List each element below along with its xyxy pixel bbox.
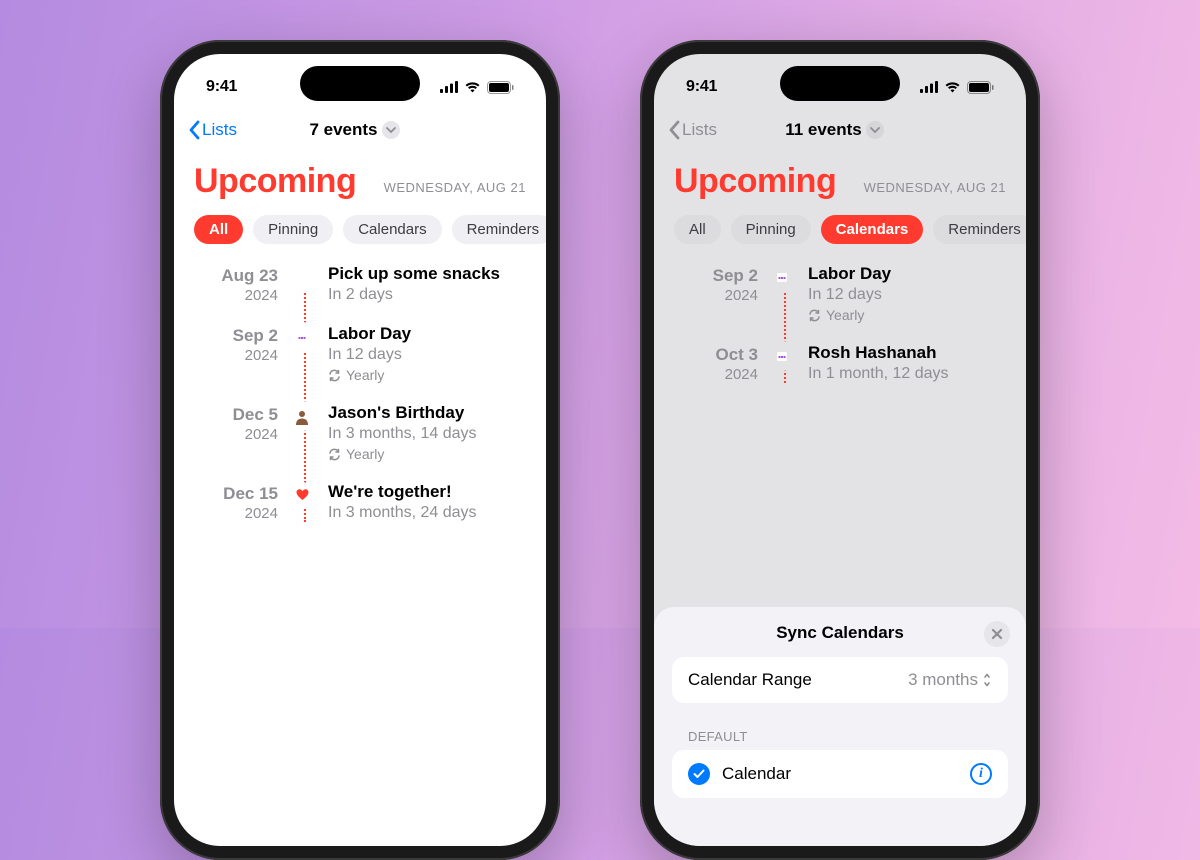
- filter-pills: All Pinning Calendars Reminders: [654, 201, 1026, 254]
- heart-icon: [290, 483, 314, 507]
- battery-icon: [487, 81, 514, 94]
- event-row[interactable]: Aug 232024 Pick up some snacks In 2 days: [194, 264, 526, 304]
- event-date: Dec 5: [194, 405, 278, 425]
- event-title: Jason's Birthday: [328, 403, 477, 423]
- event-row[interactable]: Sep 22024 Labor Day In 12 days Yearly: [674, 264, 1006, 323]
- pill-all[interactable]: All: [674, 215, 721, 244]
- up-down-icon: [982, 673, 992, 687]
- event-row[interactable]: Dec 52024 Jason's Birthday In 3 months, 1…: [194, 403, 526, 462]
- calendar-icon: [770, 265, 794, 289]
- chevron-left-icon: [668, 120, 680, 140]
- current-date: WEDNESDAY, AUG 21: [384, 180, 526, 195]
- info-button[interactable]: i: [970, 763, 992, 785]
- back-button[interactable]: Lists: [188, 120, 237, 140]
- pill-calendars[interactable]: Calendars: [821, 215, 924, 244]
- event-date: Aug 23: [194, 266, 278, 286]
- event-row[interactable]: Oct 32024 Rosh Hashanah In 1 month, 12 da…: [674, 343, 1006, 383]
- event-recurring: Yearly: [328, 446, 477, 462]
- repeat-icon: [328, 369, 341, 382]
- event-date: Oct 3: [674, 345, 758, 365]
- event-title: Labor Day: [808, 264, 891, 284]
- pill-all[interactable]: All: [194, 215, 243, 244]
- event-date: Dec 15: [194, 484, 278, 504]
- calendar-cell[interactable]: Calendar i: [672, 750, 1008, 798]
- pill-pinning[interactable]: Pinning: [731, 215, 811, 244]
- event-year: 2024: [194, 426, 278, 443]
- pill-pinning[interactable]: Pinning: [253, 215, 333, 244]
- battery-icon: [967, 81, 994, 94]
- current-date: WEDNESDAY, AUG 21: [864, 180, 1006, 195]
- event-year: 2024: [194, 505, 278, 522]
- event-timeline[interactable]: Sep 22024 Labor DayIn 12 daysYearly Oct …: [654, 254, 1026, 383]
- pill-reminders[interactable]: Reminders: [452, 215, 546, 244]
- page-title: Upcoming: [194, 162, 356, 201]
- event-recurring: Yearly: [808, 307, 891, 323]
- event-subtitle: In 1 month, 12 days: [808, 365, 949, 383]
- event-year: 2024: [194, 287, 278, 304]
- event-subtitle: In 2 days: [328, 286, 500, 304]
- repeat-icon: [328, 448, 341, 461]
- event-recurring: Yearly: [328, 367, 411, 383]
- sheet-title: Sync Calendars: [776, 623, 904, 643]
- nav-title[interactable]: 11 events: [785, 120, 884, 140]
- event-title: Pick up some snacks: [328, 264, 500, 284]
- back-label: Lists: [682, 120, 717, 140]
- event-row[interactable]: Dec 152024 We're together! In 3 months, 2…: [194, 482, 526, 522]
- nav-bar: Lists 11 events: [654, 108, 1026, 152]
- status-time: 9:41: [686, 78, 717, 96]
- chevron-down-icon: [866, 121, 884, 139]
- section-label: DEFAULT: [672, 711, 1008, 750]
- event-title: Rosh Hashanah: [808, 343, 949, 363]
- back-label: Lists: [202, 120, 237, 140]
- phone-mockup: 9:41 Lists 7 events Upcoming WEDNESDAY, …: [160, 40, 560, 860]
- phone-mockup: 9:41 Lists 11 events Upcoming WEDNESDAY,…: [640, 40, 1040, 860]
- chevron-down-icon: [382, 121, 400, 139]
- signal-icon: [920, 81, 938, 93]
- event-title: We're together!: [328, 482, 477, 502]
- nav-title[interactable]: 7 events: [309, 120, 399, 140]
- repeat-icon: [808, 309, 821, 322]
- calendar-range-cell[interactable]: Calendar Range 3 months: [672, 657, 1008, 703]
- avatar-icon: [290, 404, 314, 428]
- calendar-name: Calendar: [722, 764, 791, 784]
- filter-pills: All Pinning Calendars Reminders: [174, 201, 546, 254]
- calendar-icon: [770, 344, 794, 368]
- checkmark-icon: [688, 763, 710, 785]
- event-year: 2024: [674, 366, 758, 383]
- event-row[interactable]: Sep 22024 Labor Day In 12 days Yearly: [194, 324, 526, 383]
- event-year: 2024: [194, 347, 278, 364]
- event-year: 2024: [674, 287, 758, 304]
- screen-2: 9:41 Lists 11 events Upcoming WEDNESDAY,…: [654, 54, 1026, 846]
- close-icon: [991, 628, 1003, 640]
- page-title: Upcoming: [674, 162, 836, 201]
- nav-bar: Lists 7 events: [174, 108, 546, 152]
- event-date: Sep 2: [194, 326, 278, 346]
- wifi-icon: [464, 81, 481, 93]
- event-subtitle: In 12 days: [328, 346, 411, 364]
- pill-calendars[interactable]: Calendars: [343, 215, 441, 244]
- event-timeline[interactable]: Aug 232024 Pick up some snacksIn 2 days …: [174, 254, 546, 522]
- cell-value: 3 months: [908, 670, 978, 690]
- sync-calendars-sheet: Sync Calendars Calendar Range 3 months D…: [654, 607, 1026, 846]
- list-icon: [290, 265, 314, 289]
- signal-icon: [440, 81, 458, 93]
- back-button[interactable]: Lists: [668, 120, 717, 140]
- event-subtitle: In 3 months, 14 days: [328, 425, 477, 443]
- chevron-left-icon: [188, 120, 200, 140]
- pill-reminders[interactable]: Reminders: [933, 215, 1026, 244]
- event-subtitle: In 3 months, 24 days: [328, 504, 477, 522]
- status-time: 9:41: [206, 78, 237, 96]
- calendar-icon: [290, 325, 314, 349]
- dynamic-island: [780, 66, 900, 101]
- event-title: Labor Day: [328, 324, 411, 344]
- cell-label: Calendar Range: [688, 670, 812, 690]
- event-date: Sep 2: [674, 266, 758, 286]
- close-button[interactable]: [984, 621, 1010, 647]
- event-subtitle: In 12 days: [808, 286, 891, 304]
- wifi-icon: [944, 81, 961, 93]
- screen-1: 9:41 Lists 7 events Upcoming WEDNESDAY, …: [174, 54, 546, 846]
- dynamic-island: [300, 66, 420, 101]
